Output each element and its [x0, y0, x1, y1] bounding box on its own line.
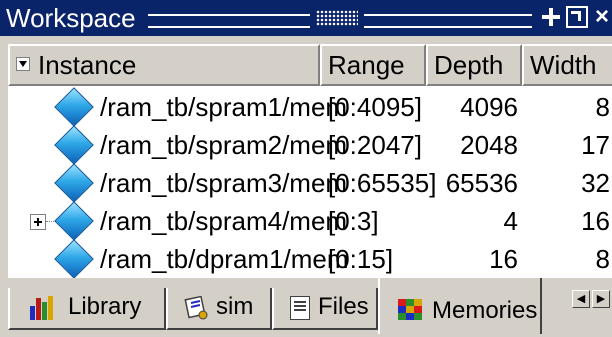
- depth-cell: 65536: [445, 168, 518, 198]
- instance-cell: /ram_tb/spram4/mem: [100, 206, 348, 236]
- memory-icon: [54, 239, 94, 279]
- instance-cell: /ram_tb/spram3/mem: [100, 168, 348, 198]
- tab-label: Library: [68, 293, 142, 320]
- column-header-label: Instance: [38, 50, 137, 80]
- library-icon: [30, 296, 56, 320]
- instance-cell: /ram_tb/spram2/mem: [100, 130, 348, 160]
- memory-icon: [54, 201, 94, 241]
- column-header-width[interactable]: Width: [522, 44, 612, 86]
- table-row[interactable]: /ram_tb/spram3/mem [0:65535] 65536 32: [8, 163, 612, 203]
- width-cell: 32: [581, 168, 610, 198]
- instance-cell: /ram_tb/spram1/mem: [100, 92, 348, 122]
- tab-label: Memories: [432, 297, 538, 324]
- range-cell: [0:65535]: [328, 168, 437, 198]
- sort-arrow-icon[interactable]: [16, 57, 30, 71]
- column-header-instance[interactable]: Instance: [8, 44, 320, 86]
- tab-memories[interactable]: Memories: [378, 278, 542, 334]
- drag-grip[interactable]: [148, 14, 310, 28]
- width-cell: 8: [595, 92, 610, 122]
- depth-cell: 4096: [460, 92, 518, 122]
- memories-icon: [398, 299, 422, 321]
- workspace-window: Workspace × Instance Range Depth Width /…: [0, 0, 612, 337]
- column-header-depth[interactable]: Depth: [426, 44, 522, 86]
- table-row[interactable]: /ram_tb/dpram1/mem [0:15] 16 8: [8, 239, 612, 279]
- drag-grip[interactable]: [364, 14, 532, 28]
- depth-cell: 4: [503, 206, 518, 236]
- tab-scroll-left-button[interactable]: ◀: [572, 290, 590, 308]
- tab-strip: Library sim Files Memories ◀ ▶: [0, 278, 612, 337]
- tab-label: Files: [318, 293, 369, 320]
- column-header-label: Width: [530, 50, 597, 80]
- close-button[interactable]: ×: [592, 5, 612, 29]
- undock-button[interactable]: [566, 6, 588, 28]
- depth-cell: 16: [489, 244, 518, 274]
- tab-library[interactable]: Library: [8, 288, 166, 330]
- memory-icon: [54, 163, 94, 203]
- drag-handle-dots[interactable]: [316, 10, 358, 26]
- memory-icon: [54, 125, 94, 165]
- column-header-range[interactable]: Range: [320, 44, 426, 86]
- memory-icon: [54, 87, 94, 127]
- column-header-label: Range: [328, 50, 405, 80]
- maximize-pane-button[interactable]: [540, 6, 562, 28]
- files-icon: [290, 296, 310, 320]
- tab-label: sim: [216, 293, 254, 320]
- range-cell: [0:2047]: [328, 130, 422, 160]
- memory-list: Instance Range Depth Width /ram_tb/spram…: [8, 44, 612, 279]
- width-cell: 8: [595, 244, 610, 274]
- instance-cell: /ram_tb/dpram1/mem: [100, 244, 349, 274]
- column-header-label: Depth: [434, 50, 504, 80]
- tab-files[interactable]: Files: [272, 288, 378, 330]
- range-cell: [0:3]: [328, 206, 379, 236]
- range-cell: [0:15]: [328, 244, 394, 274]
- expand-plus-icon[interactable]: [30, 214, 46, 230]
- title-bar[interactable]: Workspace ×: [0, 0, 612, 36]
- width-cell: 17: [581, 130, 610, 160]
- table-row[interactable]: /ram_tb/spram4/mem [0:3] 4 16: [8, 201, 612, 241]
- range-cell: [0:4095]: [328, 92, 422, 122]
- window-title: Workspace: [6, 3, 136, 33]
- sim-icon: [184, 296, 208, 320]
- tab-sim[interactable]: sim: [166, 288, 272, 330]
- width-cell: 16: [581, 206, 610, 236]
- table-row[interactable]: /ram_tb/spram2/mem [0:2047] 2048 17: [8, 125, 612, 165]
- table-row[interactable]: /ram_tb/spram1/mem [0:4095] 4096 8: [8, 87, 612, 127]
- tab-scroll-right-button[interactable]: ▶: [592, 290, 610, 308]
- depth-cell: 2048: [460, 130, 518, 160]
